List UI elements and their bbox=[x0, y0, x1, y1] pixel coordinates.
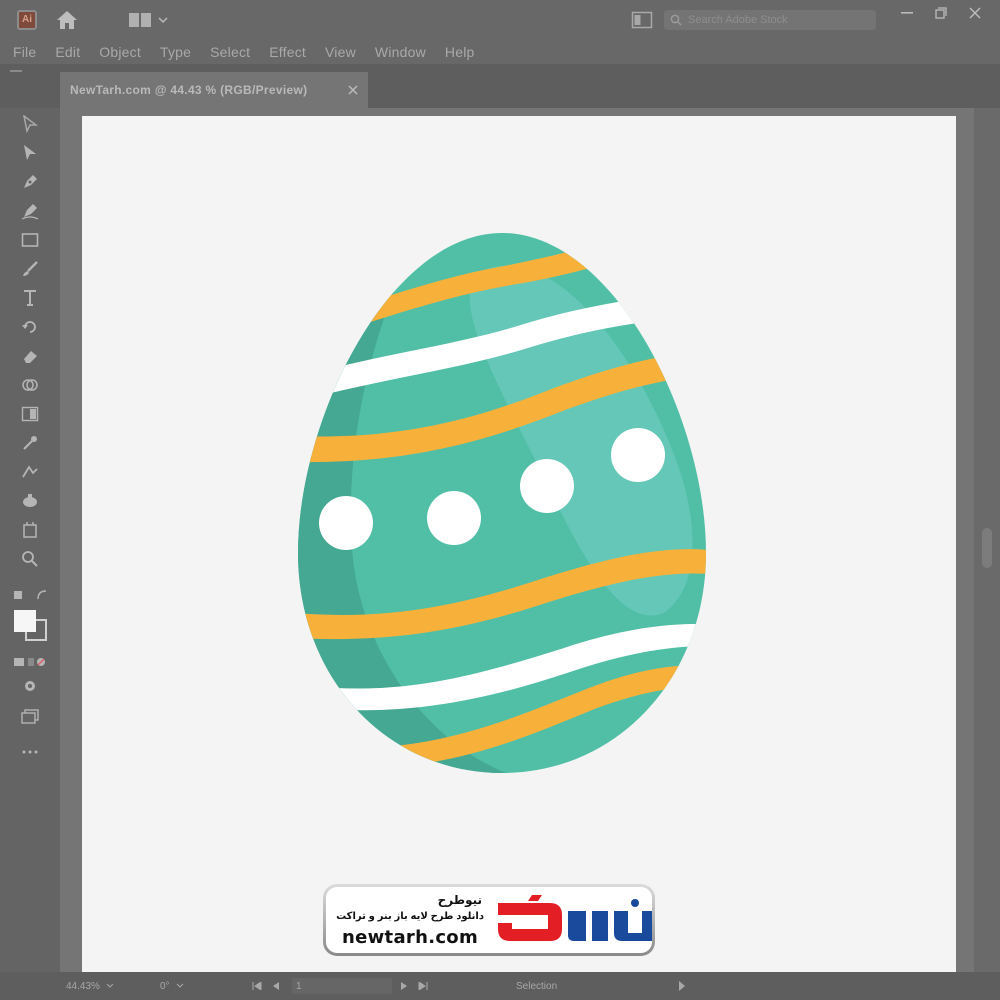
workspace-icon bbox=[129, 13, 151, 27]
workspace-switcher[interactable] bbox=[124, 0, 172, 40]
paintbrush-tool-icon[interactable] bbox=[16, 257, 44, 281]
egg-dot-4 bbox=[611, 428, 665, 482]
chevron-right-icon bbox=[401, 982, 407, 990]
menu-help[interactable]: Help bbox=[445, 44, 475, 60]
more-tools-icon[interactable] bbox=[16, 740, 44, 764]
rotate-tool-icon[interactable] bbox=[16, 315, 44, 339]
close-window-button[interactable] bbox=[960, 0, 990, 26]
chevron-down-icon bbox=[158, 17, 168, 24]
menu-select[interactable]: Select bbox=[210, 44, 250, 60]
menu-type[interactable]: Type bbox=[160, 44, 191, 60]
menu-file[interactable]: File bbox=[13, 44, 36, 60]
eyedropper-tool-icon[interactable] bbox=[16, 431, 44, 455]
menu-view[interactable]: View bbox=[325, 44, 356, 60]
next-artboard-button[interactable] bbox=[400, 972, 408, 1000]
arrange-documents-icon[interactable] bbox=[628, 0, 656, 40]
curvature-tool-icon[interactable] bbox=[16, 199, 44, 223]
swap-colors-icon[interactable] bbox=[8, 584, 52, 608]
home-icon[interactable] bbox=[52, 0, 82, 40]
blend-tool-icon[interactable] bbox=[16, 460, 44, 484]
status-menu-button[interactable] bbox=[678, 972, 686, 1000]
zoom-level-value: 44.43% bbox=[66, 980, 100, 992]
previous-artboard-button[interactable] bbox=[272, 972, 280, 1000]
status-bar: 44.43% 0° 1 Selection bbox=[0, 972, 1000, 1000]
egg-dot-2 bbox=[427, 491, 481, 545]
skip-forward-icon bbox=[418, 982, 428, 990]
easter-egg-artwork[interactable] bbox=[294, 228, 710, 776]
document-tab-row: NewTarh.com @ 44.43 % (RGB/Preview) bbox=[0, 64, 1000, 108]
watermark-inner: نیوطرح دانلود طرح لایه باز بنر و تراکت n… bbox=[326, 887, 652, 953]
symbol-sprayer-tool-icon[interactable] bbox=[16, 489, 44, 513]
maximize-button[interactable] bbox=[926, 0, 956, 26]
fill-stroke-swatch[interactable] bbox=[8, 608, 52, 642]
menu-effect[interactable]: Effect bbox=[269, 44, 306, 60]
watermark-logo bbox=[498, 895, 652, 941]
type-tool-icon[interactable] bbox=[16, 286, 44, 310]
rotation-value: 0° bbox=[160, 980, 170, 992]
chevron-left-icon bbox=[273, 982, 279, 990]
zoom-tool-icon[interactable] bbox=[16, 547, 44, 571]
watermark-url: newtarh.com bbox=[342, 927, 479, 948]
canvas-area[interactable] bbox=[60, 108, 974, 972]
egg-dot-1 bbox=[319, 496, 373, 550]
rectangle-tool-icon[interactable] bbox=[16, 228, 44, 252]
watermark-badge: نیوطرح دانلود طرح لایه باز بنر و تراکت n… bbox=[323, 884, 655, 956]
screen-mode-icon[interactable] bbox=[16, 704, 44, 728]
artboard-tool-icon[interactable] bbox=[16, 518, 44, 542]
zoom-level-field[interactable]: 44.43% bbox=[62, 972, 126, 1000]
artboard-number-value: 1 bbox=[296, 980, 302, 992]
pen-tool-icon[interactable] bbox=[16, 170, 44, 194]
menu-window[interactable]: Window bbox=[375, 44, 426, 60]
skip-back-icon bbox=[252, 982, 262, 990]
search-box[interactable] bbox=[664, 10, 876, 30]
document-tab[interactable]: NewTarh.com @ 44.43 % (RGB/Preview) bbox=[60, 72, 368, 108]
vertical-scrollbar[interactable] bbox=[974, 108, 1000, 972]
close-tab-icon[interactable] bbox=[348, 85, 358, 95]
artboard-number-field[interactable]: 1 bbox=[292, 978, 392, 994]
artboard[interactable] bbox=[82, 116, 956, 972]
drawing-mode-icon[interactable] bbox=[16, 674, 44, 698]
menu-object[interactable]: Object bbox=[99, 44, 141, 60]
chevron-down-icon bbox=[176, 983, 183, 988]
app-logo: Ai bbox=[14, 0, 40, 40]
app-logo-letters: Ai bbox=[17, 10, 37, 30]
tools-panel bbox=[0, 108, 60, 972]
watermark-brand-name: نیوطرح bbox=[437, 893, 482, 907]
play-icon bbox=[679, 981, 685, 991]
direct-selection-tool-icon[interactable] bbox=[16, 141, 44, 165]
search-icon bbox=[670, 14, 682, 26]
gradient-tool-icon[interactable] bbox=[16, 402, 44, 426]
menu-edit[interactable]: Edit bbox=[55, 44, 80, 60]
menu-bar: File Edit Object Type Select Effect View… bbox=[0, 40, 1000, 64]
shape-builder-tool-icon[interactable] bbox=[16, 373, 44, 397]
search-input[interactable] bbox=[688, 13, 858, 27]
egg-dot-3 bbox=[520, 459, 574, 513]
rotation-field[interactable]: 0° bbox=[156, 972, 220, 1000]
scroll-thumb[interactable] bbox=[982, 528, 992, 568]
current-tool-status: Selection bbox=[516, 972, 616, 1000]
eraser-tool-icon[interactable] bbox=[16, 344, 44, 368]
last-artboard-button[interactable] bbox=[418, 972, 428, 1000]
document-tab-title: NewTarh.com @ 44.43 % (RGB/Preview) bbox=[70, 83, 308, 97]
color-mode-icon[interactable] bbox=[8, 650, 52, 674]
selection-tool-icon[interactable] bbox=[16, 112, 44, 136]
chevron-down-icon bbox=[106, 983, 114, 988]
watermark-tagline: دانلود طرح لایه باز بنر و تراکت bbox=[336, 911, 484, 922]
collapse-panel-icon[interactable] bbox=[10, 70, 22, 74]
minimize-button[interactable] bbox=[892, 0, 922, 26]
title-bar: Ai bbox=[0, 0, 1000, 40]
first-artboard-button[interactable] bbox=[252, 972, 262, 1000]
current-tool-label: Selection bbox=[516, 980, 558, 992]
